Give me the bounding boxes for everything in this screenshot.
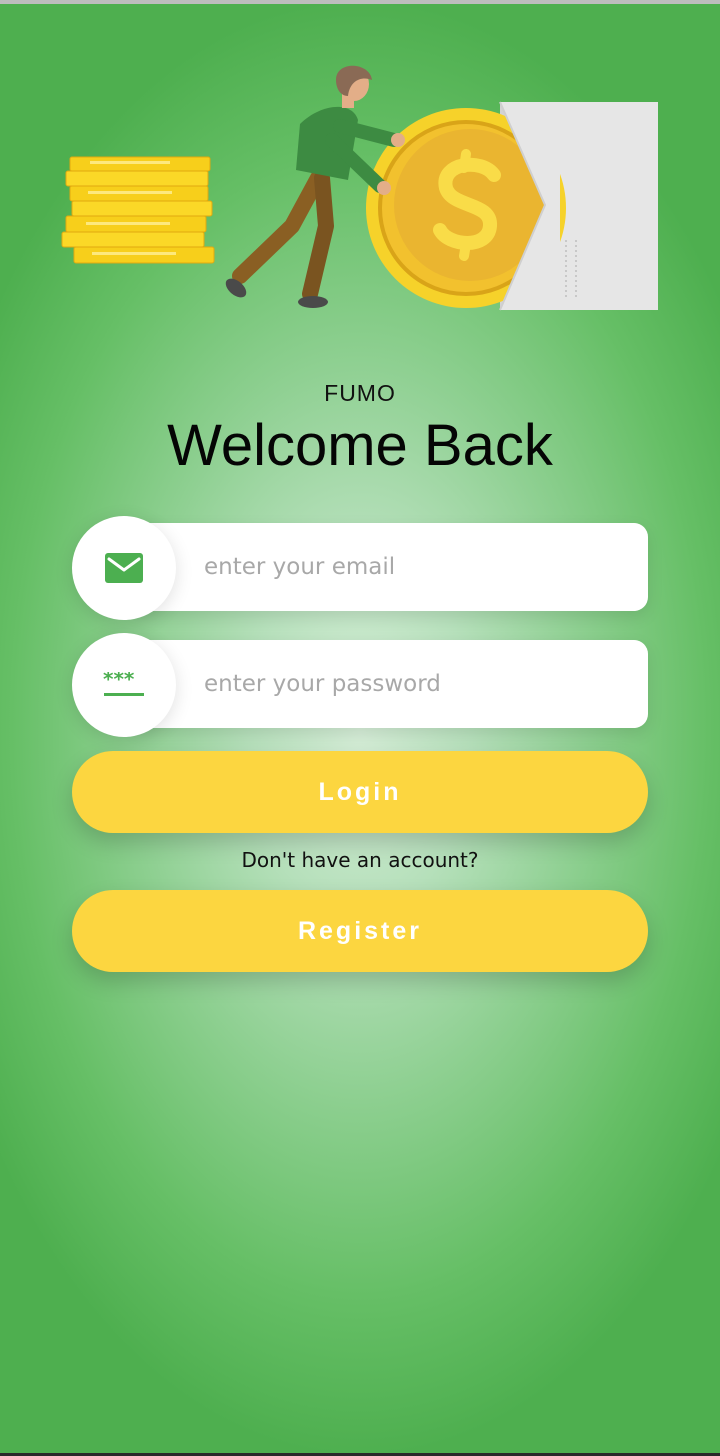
status-bar-strip (0, 0, 720, 4)
password-field[interactable] (204, 640, 634, 728)
brand-name: FUMO (324, 380, 396, 406)
register-button[interactable]: Register (72, 890, 648, 972)
coin-stack (61, 156, 215, 264)
email-icon-circle (72, 516, 176, 620)
password-icon-circle: *** (72, 633, 176, 737)
email-field-container (130, 523, 648, 611)
page-title: Welcome Back (167, 413, 553, 478)
person (225, 65, 405, 308)
password-field-container (130, 640, 648, 728)
password-asterisks-icon: *** (103, 672, 144, 696)
svg-text:***: *** (103, 672, 135, 691)
account-prompt: Don't have an account? (241, 848, 479, 872)
hero-illustration (61, 65, 658, 311)
email-field[interactable] (204, 523, 634, 611)
login-button[interactable]: Login (72, 751, 648, 833)
envelope-icon (105, 553, 143, 583)
